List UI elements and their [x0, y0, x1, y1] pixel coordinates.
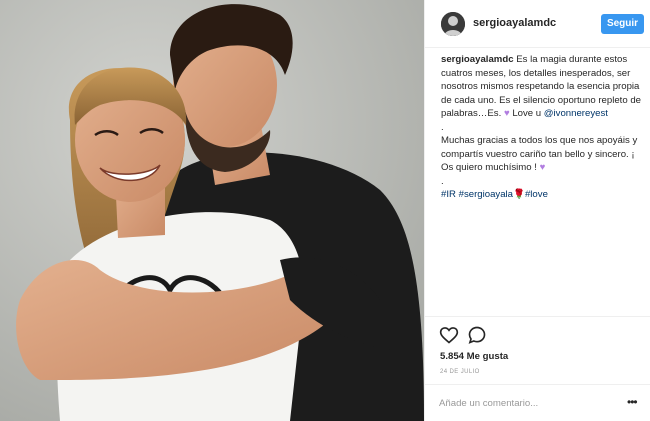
comment-box: •••: [425, 384, 650, 421]
rose-emoji-icon: 🌹: [513, 189, 525, 200]
avatar-image: [441, 12, 465, 36]
heart-emoji-icon: ♥: [539, 162, 546, 173]
likes-count[interactable]: 5.854 Me gusta: [440, 351, 508, 362]
username-link[interactable]: sergioayalamdc: [473, 17, 556, 29]
post-actions: 5.854 Me gusta 24 DE JULIO: [425, 316, 650, 380]
ellipsis-icon[interactable]: •••: [627, 396, 641, 408]
caption-dot-2: .: [441, 175, 444, 187]
heart-emoji-icon: ♥: [503, 108, 510, 119]
post-date: 24 DE JULIO: [440, 369, 480, 375]
caption-dot-1: .: [441, 121, 444, 133]
post-caption: sergioayalamdc Es la magia durante estos…: [441, 53, 641, 202]
heart-outline-icon[interactable]: [439, 325, 459, 345]
post-sidebar: sergioayalamdc Seguir sergioayalamdc Es …: [424, 0, 650, 421]
instagram-post: sergioayalamdc Seguir sergioayalamdc Es …: [0, 0, 650, 421]
caption-paragraph-2: Muchas gracias a todos los que nos apoyá…: [441, 134, 641, 175]
comment-input[interactable]: [439, 395, 619, 411]
hashtag-link[interactable]: #sergioayala: [459, 189, 513, 200]
post-header: sergioayalamdc Seguir: [425, 0, 650, 48]
caption-paragraph-1: sergioayalamdc Es la magia durante estos…: [441, 53, 641, 121]
post-photo[interactable]: [0, 0, 424, 421]
hashtags: #IR #sergioayala🌹#love: [441, 188, 641, 202]
caption-username[interactable]: sergioayalamdc: [441, 54, 514, 65]
caption-love-text: Love u: [512, 108, 542, 119]
follow-button[interactable]: Seguir: [601, 14, 644, 34]
hashtag-link[interactable]: #love: [525, 189, 548, 200]
hashtag-link[interactable]: #IR: [441, 189, 456, 200]
mention-link[interactable]: @ivonnereyest: [544, 108, 608, 119]
avatar[interactable]: [441, 12, 465, 36]
couple-photo-illustration: [0, 0, 424, 421]
speech-bubble-icon[interactable]: [467, 325, 487, 345]
